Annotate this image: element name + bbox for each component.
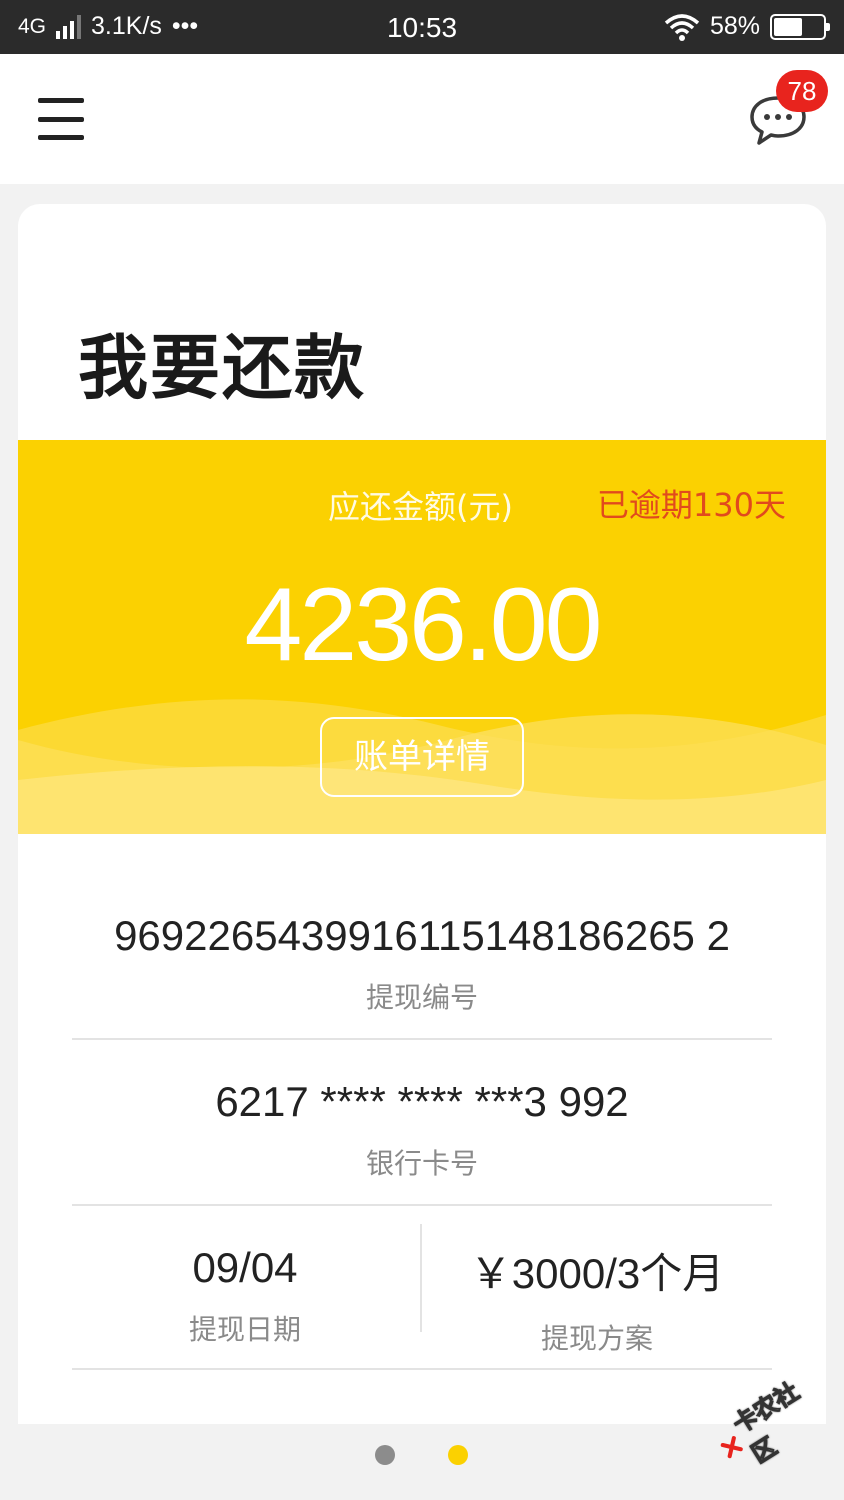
status-bar: 4G 3.1K/s ••• 10:53 58% (0, 0, 844, 54)
withdraw-plan-cell: ￥3000/3个月 提现方案 (422, 1240, 772, 1357)
withdraw-date: 09/04 (192, 1244, 298, 1291)
battery-icon (770, 13, 830, 40)
divider (72, 1204, 772, 1206)
divider (72, 1368, 772, 1370)
message-count-badge: 78 (776, 70, 828, 112)
divider (72, 1038, 772, 1040)
bank-card-row: 6217 **** **** ***3 992 银行卡号 (72, 1078, 772, 1182)
repayment-card: 我要还款 应还金额(元) 已逾期130天 4236.00 账单详情 969226… (18, 204, 826, 1424)
overdue-status: 已逾期130天 (596, 486, 786, 524)
withdraw-date-label: 提现日期 (188, 1313, 301, 1346)
battery-fill (774, 17, 802, 36)
bill-details-button[interactable]: 账单详情 (320, 717, 524, 797)
withdrawal-number: 9692265439916115148186265 2 (114, 912, 730, 959)
withdraw-date-cell: 09/04 提现日期 (70, 1244, 420, 1348)
withdraw-plan-label: 提现方案 (540, 1322, 653, 1355)
bank-card-number: 6217 **** **** ***3 992 (215, 1078, 629, 1125)
bank-card-label: 银行卡号 (365, 1147, 478, 1180)
wifi-icon (664, 13, 700, 41)
page-dot-2-active[interactable] (448, 1445, 468, 1465)
withdrawal-number-row: 9692265439916115148186265 2 提现编号 (72, 912, 772, 1016)
page-title: 我要还款 (78, 327, 366, 409)
status-right: 58% (664, 12, 830, 41)
top-nav: 78 (0, 54, 844, 184)
menu-icon[interactable] (38, 98, 84, 140)
battery-percent: 58% (709, 12, 760, 40)
withdrawal-number-label: 提现编号 (365, 981, 478, 1014)
amount-due: 4236.00 (244, 567, 603, 683)
withdraw-plan: ￥3000/3个月 (469, 1250, 725, 1297)
amount-due-label: 应还金额(元) (328, 488, 513, 526)
amount-panel: 应还金额(元) 已逾期130天 4236.00 账单详情 (18, 440, 826, 834)
page-dot-1[interactable] (375, 1445, 395, 1465)
